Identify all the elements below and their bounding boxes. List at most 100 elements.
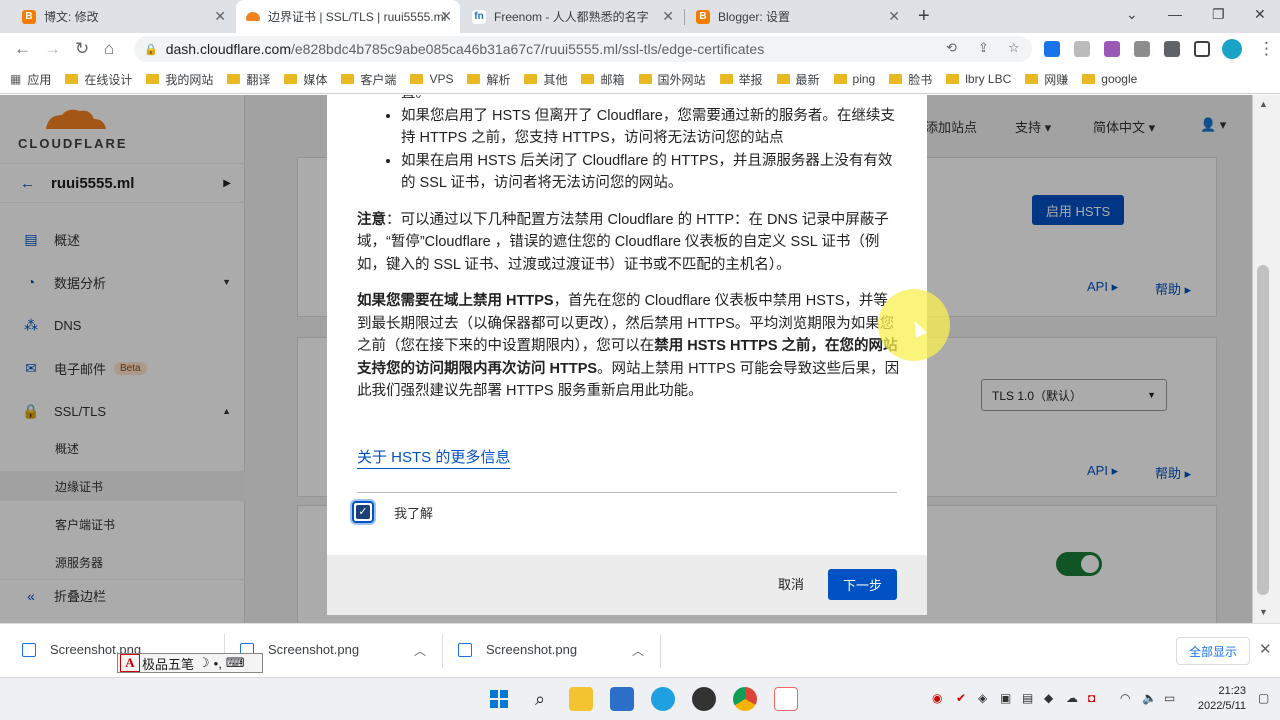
store-icon[interactable] [610, 687, 634, 711]
address-bar[interactable]: 🔒 dash.cloudflare.com/e828bdc4b785c9abe0… [134, 36, 1032, 62]
ime-a-icon[interactable]: A [120, 654, 140, 672]
tray-icon[interactable]: ◘ [1088, 691, 1095, 705]
new-tab-button[interactable]: + [918, 5, 930, 28]
close-icon[interactable]: ✕ [440, 8, 452, 25]
punctuation-icon[interactable]: •, [214, 656, 222, 671]
system-clock[interactable]: 21:23 2022/5/11 [1196, 684, 1246, 714]
keyboard-icon[interactable]: ⌨ [226, 655, 245, 671]
forward-icon[interactable]: → [44, 39, 61, 59]
ime-name[interactable]: 极品五笔 [142, 654, 194, 673]
tab-search-icon[interactable]: ⌄ [1126, 6, 1138, 23]
warning-bullet: 如果您启用了 HSTS 但离开了 Cloudflare，您需要通过新的服务者。在… [401, 105, 901, 150]
translate-icon[interactable]: ⟲ [946, 40, 957, 56]
bookmark-folder[interactable]: 媒体 [284, 71, 327, 88]
wifi-icon[interactable]: ◠ [1120, 691, 1130, 705]
bookmark-apps[interactable]: ▦ 应用 [10, 71, 51, 88]
bookmark-folder[interactable]: 我的网站 [146, 71, 213, 88]
tab-strip: B 博文: 修改 ✕ 边界证书 | SSL/TLS | ruui5555.ml … [0, 0, 1280, 33]
tray-antivirus-icon[interactable]: ✔ [956, 691, 966, 705]
chevron-up-icon[interactable]: ︿ [414, 642, 426, 659]
chevron-up-icon[interactable]: ︿ [632, 642, 644, 659]
scroll-up-icon[interactable]: ▲ [1259, 99, 1268, 109]
tab-blogger-settings[interactable]: B Blogger: 设置 ✕ [686, 0, 908, 33]
tab-title: 博文: 修改 [44, 10, 99, 24]
hsts-more-info-link[interactable]: 关于 HSTS 的更多信息 [357, 448, 511, 469]
bookmark-folder[interactable]: 客户端 [341, 71, 396, 88]
scrollbar-thumb[interactable] [1257, 265, 1269, 595]
bookmark-folder[interactable]: 最新 [776, 71, 820, 88]
notification-icon[interactable]: ▢ [1258, 691, 1269, 705]
page-scrollbar[interactable]: ▲ ▼ [1252, 95, 1280, 623]
bookmark-folder[interactable]: 翻译 [227, 71, 270, 88]
bookmark-folder[interactable]: 脸书 [889, 71, 932, 88]
bookmark-folder[interactable]: 举报 [719, 71, 763, 88]
show-all-downloads-button[interactable]: 全部显示 [1176, 637, 1250, 665]
bookmark-star-icon[interactable]: ☆ [1008, 40, 1020, 56]
dialog-body: 置。 如果您启用了 HSTS 但离开了 Cloudflare，您需要通过新的服务… [357, 95, 901, 403]
tray-icon[interactable]: ◆ [1044, 691, 1053, 705]
back-icon[interactable]: ← [14, 39, 31, 59]
bookmark-folder[interactable]: 国外网站 [638, 71, 706, 88]
folder-icon [410, 74, 424, 84]
download-item[interactable]: Screenshot.png [458, 642, 577, 657]
folder-icon [638, 74, 652, 84]
extension-image-icon[interactable] [1134, 41, 1150, 57]
restore-button[interactable]: ❐ [1212, 6, 1225, 23]
browser-toolbar: ← → ↻ ⌂ 🔒 dash.cloudflare.com/e828bdc4b7… [0, 33, 1280, 65]
acknowledge-checkbox[interactable]: ✓ [352, 501, 374, 523]
next-button[interactable]: 下一步 [828, 569, 897, 600]
scroll-down-icon[interactable]: ▼ [1259, 607, 1268, 617]
folder-icon [889, 74, 903, 84]
battery-icon[interactable]: ▭ [1164, 691, 1175, 705]
extension-icon[interactable] [1074, 41, 1090, 57]
blogger-icon: B [22, 9, 36, 24]
close-icon[interactable]: ✕ [662, 8, 674, 25]
windows-start-icon[interactable] [487, 687, 511, 711]
close-icon[interactable]: ✕ [888, 8, 900, 25]
close-window-button[interactable]: ✕ [1254, 6, 1266, 23]
tray-icon[interactable]: ▣ [1000, 691, 1011, 705]
app-icon[interactable] [774, 687, 798, 711]
bookmark-folder[interactable]: 邮箱 [581, 71, 625, 88]
folder-icon [524, 74, 538, 84]
tray-icon[interactable]: ☁ [1066, 691, 1078, 705]
tab-blog-edit[interactable]: B 博文: 修改 ✕ [12, 0, 234, 33]
reload-icon[interactable]: ↻ [75, 39, 89, 59]
extension-pen-icon[interactable] [1104, 41, 1120, 57]
camera-app-icon[interactable] [692, 687, 716, 711]
acknowledge-label[interactable]: 我了解 [394, 503, 433, 522]
menu-icon[interactable]: ⋮ [1258, 39, 1275, 59]
bookmark-folder[interactable]: 在线设计 [65, 71, 132, 88]
tab-edge-certificates[interactable]: 边界证书 | SSL/TLS | ruui5555.ml ✕ [236, 0, 460, 33]
share-icon[interactable]: ⇪ [978, 40, 989, 56]
bookmark-folder[interactable]: 其他 [524, 71, 567, 88]
tray-record-icon[interactable]: ◉ [932, 691, 942, 705]
extension-shield-icon[interactable] [1044, 41, 1060, 57]
sidepanel-icon[interactable] [1194, 41, 1210, 57]
bookmark-folder[interactable]: VPS [410, 72, 453, 86]
close-icon[interactable]: ✕ [1259, 640, 1272, 658]
tray-icon[interactable]: ◈ [978, 691, 987, 705]
extensions-puzzle-icon[interactable] [1164, 41, 1180, 57]
bookmark-folder[interactable]: google [1082, 72, 1137, 86]
folder-icon [776, 74, 790, 84]
home-icon[interactable]: ⌂ [104, 39, 114, 59]
minimize-button[interactable]: — [1168, 6, 1182, 22]
cancel-button[interactable]: 取消 [778, 574, 804, 593]
tab-freenom[interactable]: fn Freenom - 人人都熟悉的名字 ✕ [462, 0, 682, 33]
profile-avatar[interactable] [1222, 39, 1242, 59]
edge-icon[interactable] [651, 687, 675, 711]
bookmark-folder[interactable]: 网赚 [1025, 71, 1068, 88]
folder-icon [833, 74, 847, 84]
close-icon[interactable]: ✕ [214, 8, 226, 25]
search-icon[interactable]: ⌕ [528, 687, 552, 711]
bookmark-folder[interactable]: lbry LBC [946, 72, 1011, 86]
moon-icon[interactable]: ☽ [198, 655, 210, 671]
bookmark-folder[interactable]: ping [833, 72, 875, 86]
lock-icon: 🔒 [144, 43, 158, 56]
bookmark-folder[interactable]: 解析 [467, 71, 510, 88]
file-explorer-icon[interactable] [569, 687, 593, 711]
chrome-icon[interactable] [733, 687, 757, 711]
tray-icon[interactable]: ▤ [1022, 691, 1033, 705]
volume-icon[interactable]: 🔈 [1142, 691, 1157, 705]
